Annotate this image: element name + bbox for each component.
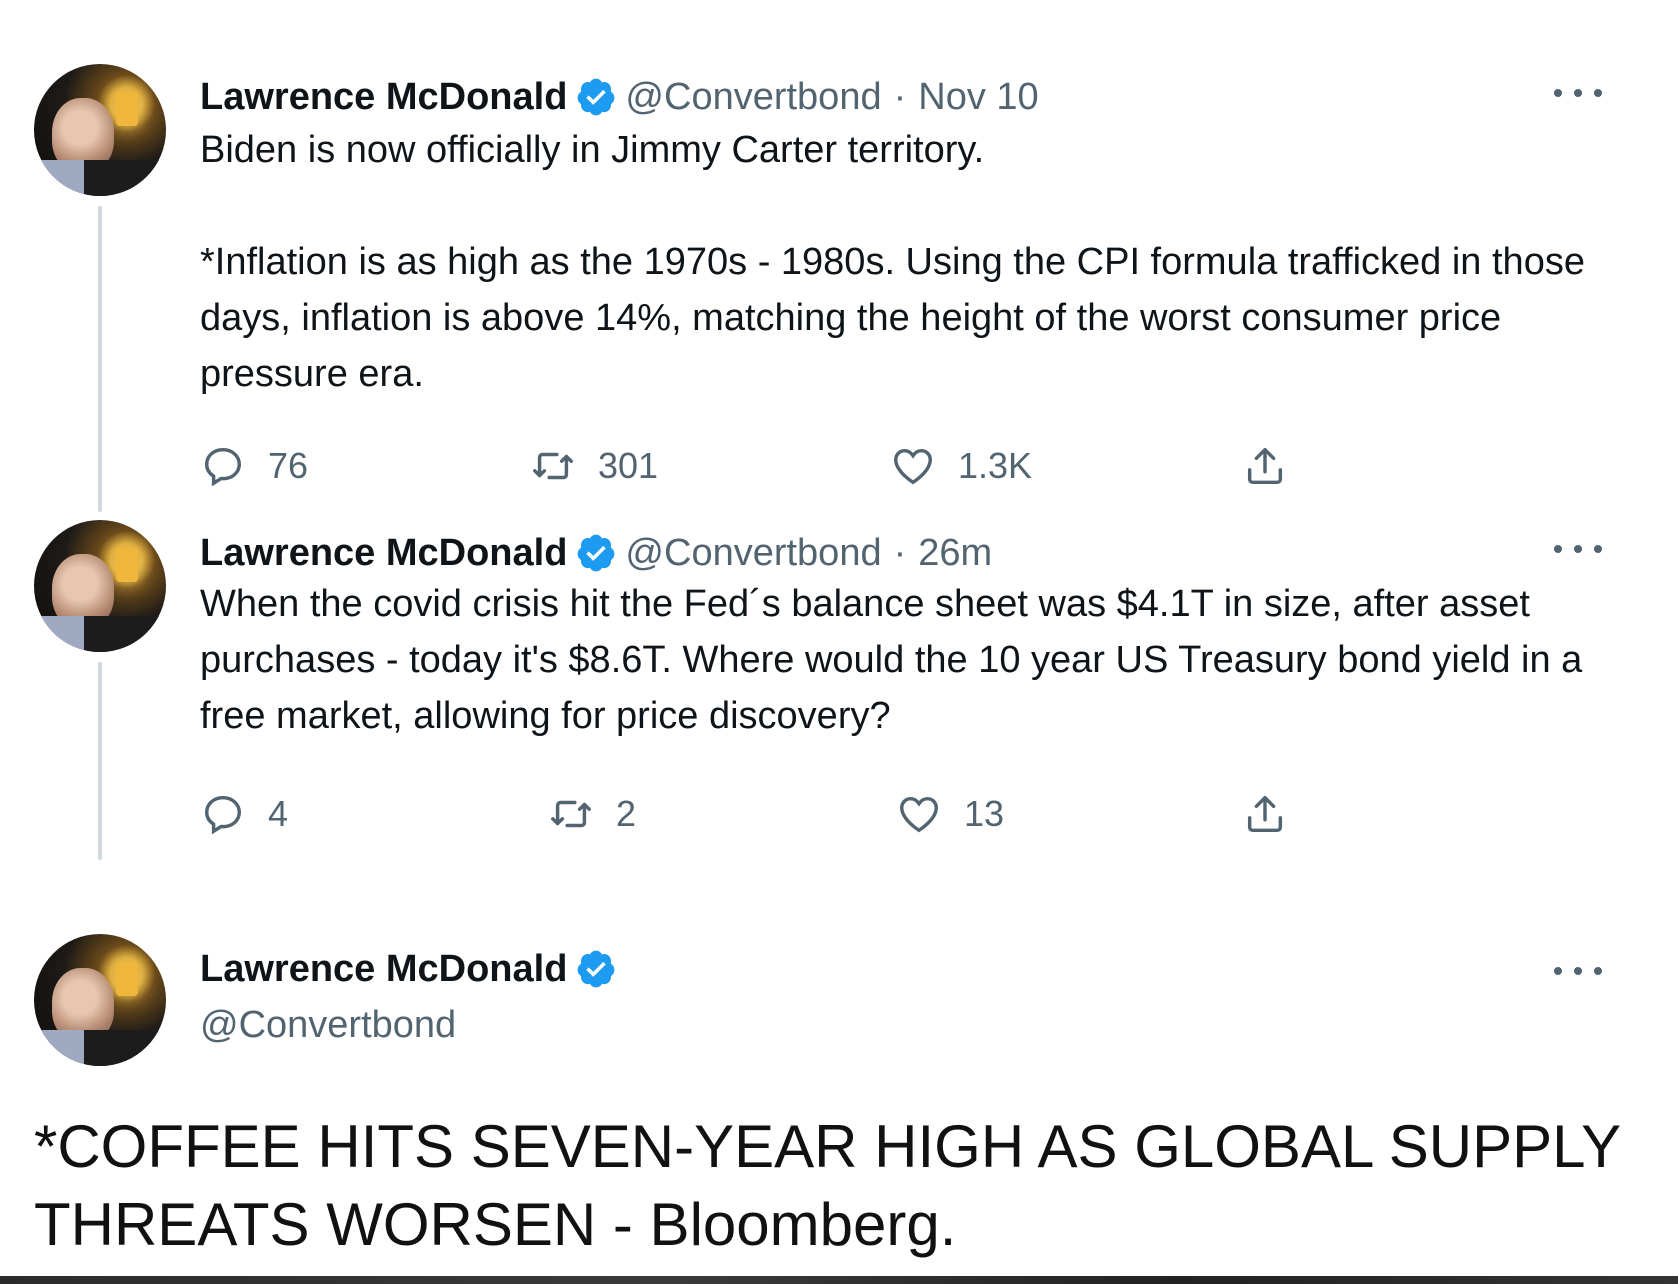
more-options-icon[interactable] <box>1550 534 1606 564</box>
tweet-paragraph: *Inflation is as high as the 1970s - 198… <box>200 241 1585 395</box>
headline-caption: *COFFEE HITS SEVEN-YEAR HIGH AS GLOBAL S… <box>34 1113 1621 1258</box>
author-name[interactable]: Lawrence McDonald <box>200 532 567 575</box>
retweet-count: 301 <box>598 445 659 486</box>
tweet-header: Lawrence McDonald @Convertbond · 26m <box>200 528 992 578</box>
like-icon <box>900 796 938 833</box>
retweet-icon <box>551 800 591 828</box>
separator-dot: · <box>893 75 907 118</box>
tweet-thread: Lawrence McDonald @Convertbond · Nov 10 … <box>0 0 1678 1276</box>
tweet-header: Lawrence McDonald <box>200 944 625 994</box>
more-options-icon[interactable] <box>1550 956 1606 986</box>
tweet-header: Lawrence McDonald @Convertbond · Nov 10 <box>200 72 1039 122</box>
tweet-actions: 4 2 13 <box>200 786 1400 842</box>
author-handle[interactable]: @Convertbond <box>200 1004 456 1047</box>
share-button[interactable] <box>1242 438 1288 494</box>
like-button[interactable]: 1.3K <box>890 438 1032 494</box>
thread-connector <box>98 206 102 512</box>
reply-button[interactable]: 76 <box>200 438 308 494</box>
thread-connector <box>98 662 102 860</box>
like-count: 13 <box>964 793 1005 834</box>
bottom-border <box>0 1276 1678 1284</box>
verified-badge-icon <box>578 534 615 572</box>
avatar[interactable] <box>34 934 166 1066</box>
author-handle[interactable]: @Convertbond <box>625 76 881 119</box>
reply-button[interactable]: 4 <box>200 786 288 842</box>
verified-badge-icon <box>578 950 615 988</box>
like-count: 1.3K <box>958 445 1033 486</box>
share-button[interactable] <box>1242 786 1288 842</box>
retweet-count: 2 <box>616 793 637 834</box>
tweet-text: Biden is now officially in Jimmy Carter … <box>200 122 1600 402</box>
tweet-text: When the covid crisis hit the Fed´s bala… <box>200 576 1600 744</box>
reply-count: 76 <box>268 445 309 486</box>
tweet-paragraph: Biden is now officially in Jimmy Carter … <box>200 129 985 171</box>
author-name[interactable]: Lawrence McDonald <box>200 948 567 991</box>
tweet-timestamp[interactable]: Nov 10 <box>918 76 1038 119</box>
avatar[interactable] <box>34 520 166 652</box>
retweet-icon <box>533 452 573 480</box>
share-icon <box>1247 795 1283 833</box>
tweet-timestamp[interactable]: 26m <box>918 532 992 575</box>
separator-dot: · <box>893 531 907 574</box>
reply-icon <box>204 795 242 835</box>
tweet-actions: 76 301 1.3K <box>200 438 1400 494</box>
like-icon <box>894 448 932 485</box>
reply-count: 4 <box>268 793 289 834</box>
retweet-button[interactable]: 2 <box>548 786 636 842</box>
retweet-button[interactable]: 301 <box>530 438 658 494</box>
reply-icon <box>204 447 242 487</box>
verified-badge-icon <box>578 78 615 116</box>
more-options-icon[interactable] <box>1550 78 1606 108</box>
tweet-paragraph: When the covid crisis hit the Fed´s bala… <box>200 583 1583 737</box>
avatar[interactable] <box>34 64 166 196</box>
author-name[interactable]: Lawrence McDonald <box>200 76 567 119</box>
like-button[interactable]: 13 <box>896 786 1004 842</box>
share-icon <box>1247 447 1283 485</box>
author-handle[interactable]: @Convertbond <box>625 532 881 575</box>
